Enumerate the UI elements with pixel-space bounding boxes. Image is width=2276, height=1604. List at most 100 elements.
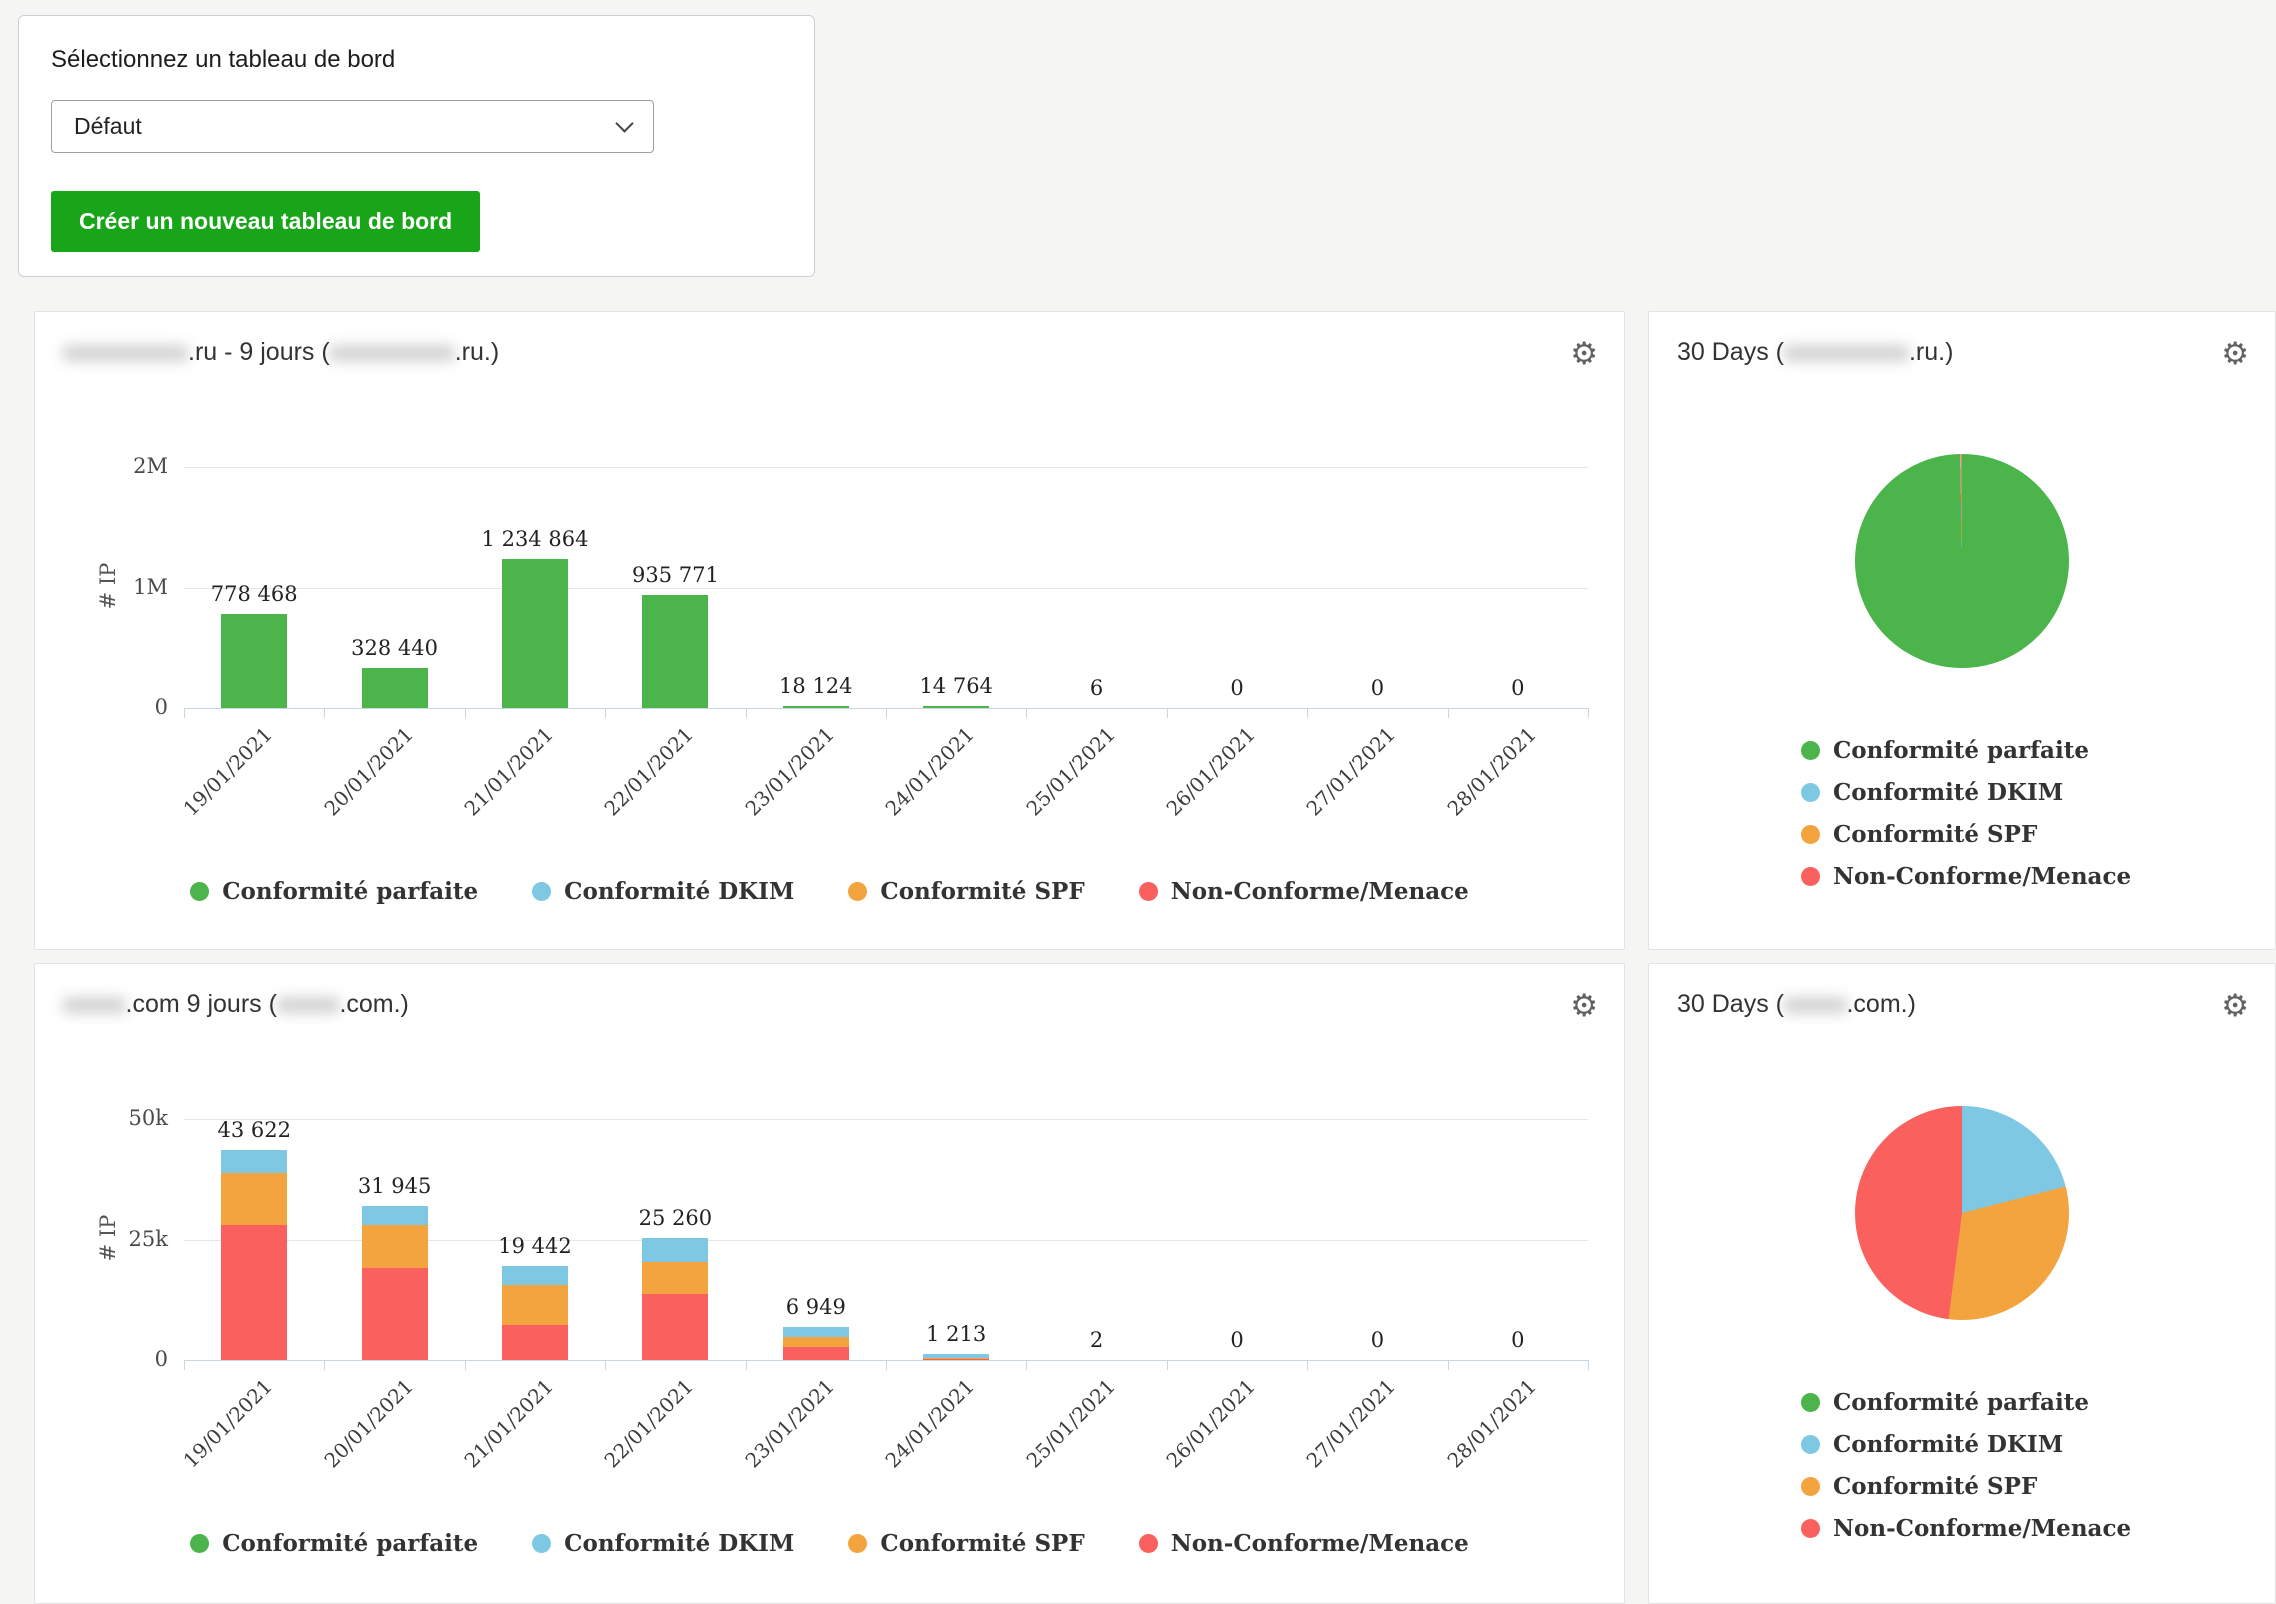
bar-value-label: 6 949 — [716, 1295, 916, 1319]
legend-label: Conformité parfaite — [1833, 737, 2089, 764]
x-tick — [886, 708, 887, 718]
legend-item-parfaite[interactable]: Conformité parfaite — [1801, 737, 2131, 764]
gear-icon[interactable]: ⚙ — [1570, 990, 1598, 1021]
y-tick-label: 0 — [106, 1347, 168, 1371]
title-text: 30 Days ( — [1677, 338, 1784, 366]
legend-item-spf[interactable]: Conformité SPF — [1801, 1473, 2131, 1500]
bar-segment-parfaite[interactable] — [783, 706, 849, 708]
bar-segment-parfaite[interactable] — [923, 706, 989, 708]
redacted-domain-text: xxxxxxxxxx — [1784, 338, 1909, 366]
x-tick — [1307, 708, 1308, 718]
title-text: .ru.) — [455, 338, 499, 366]
x-axis-label: 27/01/2021 — [1277, 722, 1400, 845]
legend-item-dkim[interactable]: Conformité DKIM — [1801, 779, 2131, 806]
x-tick — [746, 1360, 747, 1370]
bar-value-label: 43 622 — [154, 1118, 354, 1142]
bar-segment-parfaite[interactable] — [502, 559, 568, 708]
bar-segment-spf[interactable] — [923, 1358, 989, 1359]
legend-marker-icon — [848, 882, 867, 901]
legend: Conformité parfaite Conformité DKIM Confor… — [35, 878, 1624, 905]
dashboard-grid: xxxxxxxxxx.ru - 9 jours (xxxxxxxxxx.ru.)… — [34, 311, 2276, 1604]
gear-icon[interactable]: ⚙ — [1570, 338, 1598, 369]
title-text: .com.) — [1846, 990, 1915, 1018]
legend: Conformité parfaite Conformité DKIM Confor… — [1801, 1389, 2131, 1542]
x-tick — [184, 708, 185, 718]
legend-item-menace[interactable]: Non-Conforme/Menace — [1139, 1530, 1469, 1557]
legend-label: Conformité DKIM — [1833, 779, 2063, 806]
x-axis-label: 21/01/2021 — [435, 1374, 558, 1497]
bar-segment-spf[interactable] — [642, 1262, 708, 1294]
dashboard-selector-card: Sélectionnez un tableau de bord Défaut C… — [18, 15, 815, 277]
dashboard-select[interactable]: Défaut — [51, 100, 654, 153]
bar-segment-dkim[interactable] — [783, 1327, 849, 1337]
gear-icon[interactable]: ⚙ — [2221, 990, 2249, 1021]
gear-icon[interactable]: ⚙ — [2221, 338, 2249, 369]
x-tick — [465, 1360, 466, 1370]
bar-segment-dkim[interactable] — [221, 1150, 287, 1173]
legend-item-parfaite[interactable]: Conformité parfaite — [1801, 1389, 2131, 1416]
chevron-down-icon — [615, 114, 633, 132]
bar-segment-menace[interactable] — [783, 1347, 849, 1360]
x-tick — [1167, 1360, 1168, 1370]
legend-item-dkim[interactable]: Conformité DKIM — [532, 878, 794, 905]
redacted-domain-text: xxxxx — [277, 990, 340, 1018]
bar-segment-parfaite[interactable] — [221, 614, 287, 708]
bar-segment-dkim[interactable] — [362, 1206, 428, 1225]
legend-marker-icon — [190, 1534, 209, 1553]
legend-item-menace[interactable]: Non-Conforme/Menace — [1801, 1515, 2131, 1542]
y-gridline — [184, 588, 1588, 589]
x-axis-label: 28/01/2021 — [1418, 1374, 1541, 1497]
create-dashboard-button[interactable]: Créer un nouveau tableau de bord — [51, 191, 480, 252]
bar-segment-dkim[interactable] — [923, 1354, 989, 1357]
pie-chart[interactable] — [1855, 454, 2069, 668]
bar-segment-dkim[interactable] — [642, 1238, 708, 1261]
bar-segment-menace[interactable] — [642, 1294, 708, 1360]
bar-segment-dkim[interactable] — [502, 1266, 568, 1285]
x-axis-label: 22/01/2021 — [575, 722, 698, 845]
x-tick — [324, 708, 325, 718]
bar-segment-spf[interactable] — [783, 1337, 849, 1347]
legend-marker-icon — [1139, 882, 1158, 901]
legend-marker-icon — [532, 1534, 551, 1553]
bar-segment-spf[interactable] — [221, 1173, 287, 1225]
bar-value-label: 0 — [1418, 1328, 1618, 1352]
x-axis-label: 24/01/2021 — [856, 1374, 979, 1497]
legend-item-parfaite[interactable]: Conformité parfaite — [190, 1530, 478, 1557]
x-tick — [1026, 708, 1027, 718]
legend-marker-icon — [1801, 1435, 1820, 1454]
panel-header: xxxxxxxxxx.ru - 9 jours (xxxxxxxxxx.ru.)… — [35, 312, 1624, 369]
legend-item-dkim[interactable]: Conformité DKIM — [1801, 1431, 2131, 1458]
title-text: .ru - 9 jours ( — [188, 338, 330, 366]
x-axis-label: 20/01/2021 — [295, 1374, 418, 1497]
bar-segment-parfaite[interactable] — [642, 595, 708, 708]
panel-title: 30 Days (xxxxxxxxxx.ru.) — [1677, 338, 1953, 367]
legend-marker-icon — [1139, 1534, 1158, 1553]
x-tick — [184, 1360, 185, 1370]
bar-segment-menace[interactable] — [221, 1225, 287, 1360]
legend-label: Non-Conforme/Menace — [1833, 1515, 2131, 1542]
x-tick — [1448, 1360, 1449, 1370]
pie-chart[interactable] — [1855, 1106, 2069, 1320]
legend-item-menace[interactable]: Non-Conforme/Menace — [1801, 863, 2131, 890]
legend-item-spf[interactable]: Conformité SPF — [848, 1530, 1084, 1557]
bar-segment-parfaite[interactable] — [362, 668, 428, 708]
x-tick — [324, 1360, 325, 1370]
bar-segment-menace[interactable] — [923, 1359, 989, 1360]
bar-segment-spf[interactable] — [362, 1225, 428, 1268]
dashboard-select-value: Défaut — [74, 113, 142, 140]
bar-segment-menace[interactable] — [502, 1325, 568, 1360]
legend: Conformité parfaite Conformité DKIM Confor… — [1801, 737, 2131, 890]
legend-label: Conformité DKIM — [564, 878, 794, 905]
bar-segment-menace[interactable] — [362, 1268, 428, 1360]
legend-item-parfaite[interactable]: Conformité parfaite — [190, 878, 478, 905]
legend-label: Conformité DKIM — [564, 1530, 794, 1557]
legend-item-menace[interactable]: Non-Conforme/Menace — [1139, 878, 1469, 905]
legend-item-dkim[interactable]: Conformité DKIM — [532, 1530, 794, 1557]
panel-header: 30 Days (xxxxxxxxxx.ru.) ⚙ — [1649, 312, 2275, 369]
x-tick — [1026, 1360, 1027, 1370]
legend-item-spf[interactable]: Conformité SPF — [848, 878, 1084, 905]
plot-area: 01M2M778 46819/01/2021328 44020/01/20211… — [184, 467, 1588, 708]
legend-item-spf[interactable]: Conformité SPF — [1801, 821, 2131, 848]
bar-segment-spf[interactable] — [502, 1285, 568, 1325]
legend-marker-icon — [190, 882, 209, 901]
